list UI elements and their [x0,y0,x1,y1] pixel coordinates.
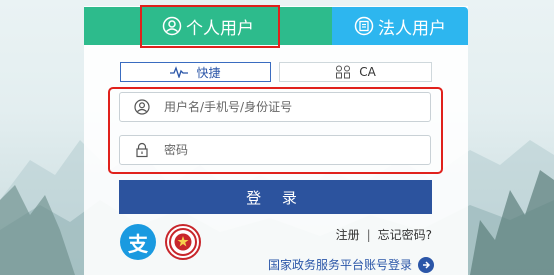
gov-seal-icon[interactable] [165,224,201,260]
gov-platform-login-label: 国家政务服务平台账号登录 [268,258,413,272]
forgot-password-link[interactable]: 忘记密码? [378,226,432,243]
tab-legal-label: 法人用户 [378,18,446,39]
highlight-credential-fields [108,87,443,174]
account-links: 注册 | 忘记密码? [336,226,432,243]
link-separator: | [366,227,371,242]
arrow-right-icon [418,256,435,273]
ca-login-label: CA [359,65,376,79]
tab-legal-user[interactable]: 法人用户 [332,7,468,45]
seal-emblem-icon [169,228,197,256]
quick-login-label: 快捷 [196,65,221,80]
gov-platform-login-link[interactable]: 国家政务服务平台账号登录 [268,256,435,273]
register-link[interactable]: 注册 [336,226,360,243]
alipay-icon-text: 支 [128,231,148,256]
highlight-personal-tab [140,5,280,48]
alipay-login-icon[interactable]: 支 [120,224,156,260]
login-button[interactable]: 登 录 [119,180,432,214]
ca-cert-icon [336,65,351,79]
ca-login-button[interactable]: CA [279,62,432,82]
pulse-icon [170,66,189,78]
building-icon [354,16,374,36]
quick-login-button[interactable]: 快捷 [120,62,271,82]
